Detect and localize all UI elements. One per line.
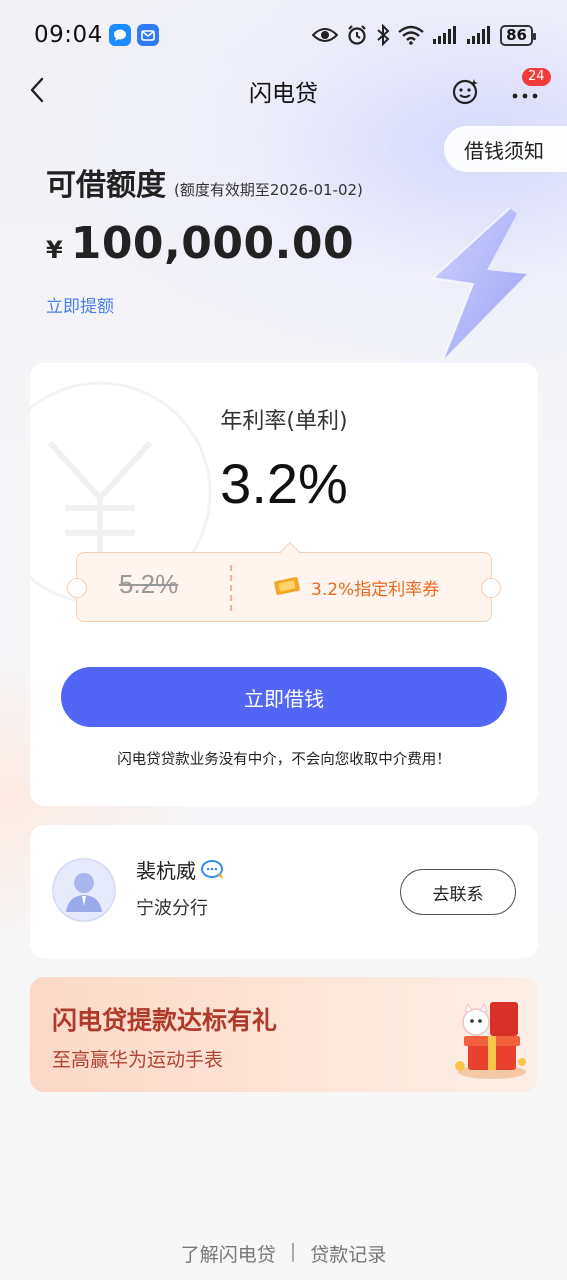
quota-header: 可借额度 (额度有效期至2026-01-02) <box>46 160 363 204</box>
notification-badge: 24 <box>522 68 551 86</box>
message-app-icon <box>108 24 131 46</box>
manager-name: 裴杭威 <box>136 859 196 883</box>
rate-coupon[interactable]: 5.2% 3.2%指定利率券 <box>67 542 501 622</box>
raise-quota-link[interactable]: 立即提额 <box>46 292 114 317</box>
battery-level: 86 <box>506 26 527 44</box>
avatar <box>52 858 116 922</box>
alarm-icon <box>348 25 366 45</box>
nav-bar: 闪电贷 24 <box>0 68 567 110</box>
eye-icon <box>312 28 339 42</box>
annual-rate-label: 年利率(单利) <box>220 409 348 434</box>
status-bar: 09:04 86 <box>0 0 567 70</box>
chat-bubble-icon[interactable] <box>200 859 226 881</box>
bluetooth-icon <box>377 24 390 46</box>
signal-icon <box>467 26 491 44</box>
manager-name-row: 裴杭威 <box>136 855 226 884</box>
status-time: 09:04 <box>34 22 103 48</box>
rate-card: 年利率(单利) 3.2% 5.2% 3.2%指定利率券 立即借钱 闪电贷贷款业务… <box>30 363 538 806</box>
original-rate: 5.2% <box>119 569 179 599</box>
contact-button[interactable]: 去联系 <box>400 869 516 915</box>
promo-subtitle: 至高赢华为运动手表 <box>52 1049 224 1071</box>
promo-title: 闪电贷提款达标有礼 <box>52 1006 278 1035</box>
borrow-now-button[interactable]: 立即借钱 <box>61 667 507 727</box>
coupon-label: 3.2%指定利率券 <box>311 580 440 600</box>
battery-icon: 86 <box>500 24 536 46</box>
loan-records-link[interactable]: 贷款记录 <box>310 1240 386 1267</box>
currency-symbol: ¥ <box>46 236 63 264</box>
no-intermediary-disclaimer: 闪电贷贷款业务没有中介，不会向您收取中介费用！ <box>117 752 451 768</box>
amount-value: 100,000.00 <box>70 218 355 269</box>
about-link[interactable]: 了解闪电贷 <box>181 1240 276 1267</box>
coupon-divider <box>230 565 232 611</box>
quota-amount: ¥ 100,000.00 <box>46 218 354 269</box>
lightning-bolt-icon <box>430 207 527 361</box>
footer-separator: | <box>289 1240 297 1262</box>
signal-icon <box>433 26 457 44</box>
gift-mascot-icon <box>455 1002 526 1079</box>
ticket-icon <box>274 577 300 595</box>
footer-links: 了解闪电贷 | 贷款记录 <box>0 1240 567 1267</box>
quota-title: 可借额度 <box>46 168 166 203</box>
account-manager-card: 裴杭威 宁波分行 去联系 <box>30 825 538 958</box>
page-title: 闪电贷 <box>249 81 318 107</box>
borrowing-notice-button[interactable]: 借钱须知 <box>444 126 567 172</box>
promo-banner[interactable]: 闪电贷提款达标有礼 至高赢华为运动手表 <box>30 977 538 1092</box>
mail-app-icon <box>136 24 159 46</box>
annual-rate-value: 3.2% <box>220 452 348 515</box>
customer-service-icon[interactable] <box>450 76 480 106</box>
wifi-icon <box>398 25 424 45</box>
manager-branch: 宁波分行 <box>136 898 208 919</box>
coupon-pointer <box>280 542 300 562</box>
quota-validity: (额度有效期至2026-01-02) <box>174 181 363 199</box>
